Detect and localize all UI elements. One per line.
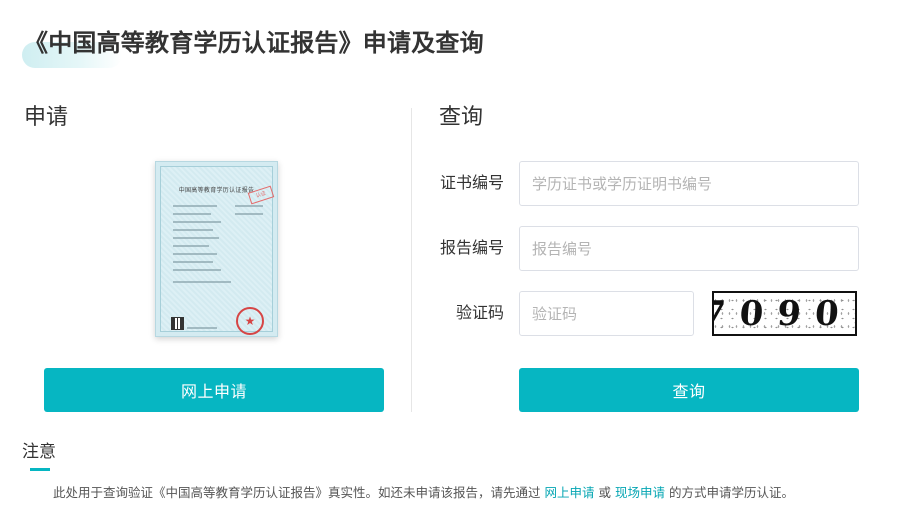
onsite-apply-link[interactable]: 现场申请: [615, 485, 665, 500]
certificate-frame: 中国高等教育学历认证报告 认证 ★: [160, 166, 275, 335]
query-button[interactable]: 查询: [519, 368, 859, 412]
certificate-text-line: [187, 327, 217, 329]
report-number-label: 报告编号: [439, 238, 504, 257]
certificate-sample-image: 中国高等教育学历认证报告 认证 ★: [155, 161, 278, 337]
certificate-text-line: [173, 213, 211, 215]
certificate-text-line: [235, 205, 263, 207]
certificate-text-line: [235, 213, 263, 215]
notice-title-underline: [30, 468, 50, 471]
online-apply-link[interactable]: 网上申请: [545, 485, 595, 500]
notice-title: 注意: [22, 442, 56, 462]
notice-text-part: 的方式申请学历认证。: [669, 485, 795, 500]
certificate-text-line: [173, 237, 219, 239]
certificate-text-line: [173, 205, 217, 207]
certificate-text-line: [173, 261, 213, 263]
query-section-title: 查询: [439, 105, 484, 130]
apply-section-title: 申请: [24, 105, 69, 130]
red-star-seal-icon: ★: [236, 307, 264, 335]
page: 《中国高等教育学历认证报告》申请及查询 申请 中国高等教育学历认证报告 认证 ★: [0, 0, 901, 524]
certificate-text-line: [173, 281, 231, 283]
page-title: 《中国高等教育学历认证报告》申请及查询: [24, 29, 484, 57]
captcha-image[interactable]: 7090.: [712, 291, 857, 336]
captcha-input[interactable]: [519, 291, 694, 336]
captcha-label: 验证码: [455, 303, 504, 322]
certificate-text-line: [173, 229, 213, 231]
notice-text: 此处用于查询验证《中国高等教育学历认证报告》真实性。如还未申请该报告，请先通过 …: [53, 485, 893, 501]
certificate-text-line: [173, 245, 209, 247]
notice-text-part: 此处用于查询验证《中国高等教育学历认证报告》真实性。如还未申请该报告，请先通过: [53, 485, 541, 500]
cert-number-label: 证书编号: [439, 173, 504, 192]
qr-code-icon: [171, 317, 184, 330]
certificate-text-line: [173, 221, 221, 223]
online-apply-button[interactable]: 网上申请: [44, 368, 384, 412]
certificate-text-line: [173, 269, 221, 271]
certificate-text-line: [173, 253, 217, 255]
report-number-input[interactable]: [519, 226, 859, 271]
cert-number-input[interactable]: [519, 161, 859, 206]
section-divider: [411, 108, 412, 412]
captcha-code: 7090.: [712, 293, 857, 334]
notice-text-part: 或: [598, 485, 612, 500]
